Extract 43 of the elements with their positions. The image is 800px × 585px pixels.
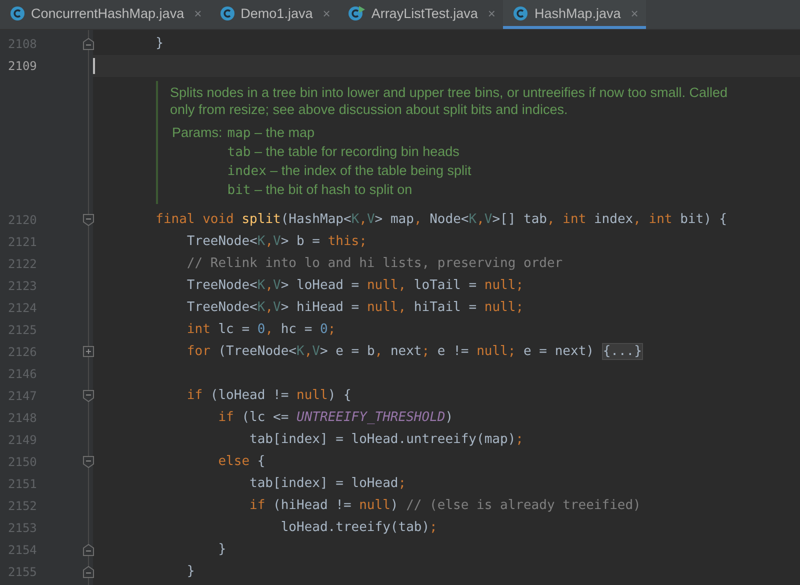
- runnable-class-icon: [348, 6, 366, 20]
- line-number: 2109: [7, 58, 38, 75]
- close-button[interactable]: ×: [488, 6, 496, 20]
- code-line: TreeNode<K,V> b = this;: [186, 233, 367, 251]
- editor-tab[interactable]: ArrayListTest.java ×: [338, 0, 504, 29]
- params-label: Params:: [172, 124, 222, 142]
- collapse-icon[interactable]: [83, 214, 94, 226]
- code-line: tab[index] = loHead;: [248, 475, 406, 493]
- editor-tab[interactable]: Demo1.java ×: [210, 0, 338, 29]
- expand-icon[interactable]: [83, 346, 94, 357]
- class-icon: [10, 6, 25, 20]
- code-line: if (loHead != null) {: [186, 387, 352, 405]
- code-line: if (hiHead != null) // (else is already treeified): [248, 497, 641, 515]
- code-line: tab[index] = loHead.untreeify(map);: [248, 431, 524, 449]
- editor-tab[interactable]: ConcurrentHashMap.java ×: [0, 0, 210, 29]
- code-line: }: [186, 563, 195, 581]
- code-line: loHead.treeify(tab);: [280, 519, 438, 537]
- class-icon: [220, 6, 235, 20]
- code-line: TreeNode<K,V> hiHead = null, hiTail = null;: [186, 299, 524, 317]
- param-description: index – the index of the table being split: [227, 162, 472, 181]
- code-line: }: [217, 541, 226, 559]
- code-line: for (TreeNode<K,V> e = b, next; e != null; e = next) {...}: [186, 342, 643, 362]
- param-description: map – the map: [227, 124, 316, 143]
- code-line: int lc = 0, hc = 0;: [186, 321, 336, 339]
- collapse-icon[interactable]: [83, 544, 94, 556]
- param-description: bit – the bit of hash to split on: [227, 181, 414, 200]
- close-button[interactable]: ×: [322, 6, 330, 20]
- code-line: if (lc <= UNTREEIFY_THRESHOLD): [217, 409, 454, 427]
- collapse-icon[interactable]: [83, 566, 94, 578]
- collapse-icon[interactable]: [83, 390, 94, 402]
- close-button[interactable]: ×: [194, 6, 202, 20]
- editor-tab[interactable]: HashMap.java ×: [503, 0, 646, 29]
- code-line: TreeNode<K,V> loHead = null, loTail = null;: [186, 277, 524, 295]
- code-line: // Relink into lo and hi lists, preserving order: [186, 255, 563, 273]
- collapse-icon[interactable]: [83, 38, 94, 50]
- collapse-icon[interactable]: [83, 456, 94, 468]
- class-icon: [513, 6, 528, 20]
- code-line: else {: [217, 453, 266, 471]
- param-description: tab – the table for recording bin heads: [227, 143, 460, 162]
- text-cursor: [93, 58, 95, 74]
- doc-text: Splits nodes in a tree bin into lower and upper tree bins, or untreeifies if now too small. Called only from resize; see above discussion about split bits and indices.: [170, 84, 729, 118]
- code-line: }: [154, 35, 164, 53]
- code-line: final void split(HashMap<K,V> map, Node<K,V>[] tab, int index, int bit) {: [154, 211, 728, 229]
